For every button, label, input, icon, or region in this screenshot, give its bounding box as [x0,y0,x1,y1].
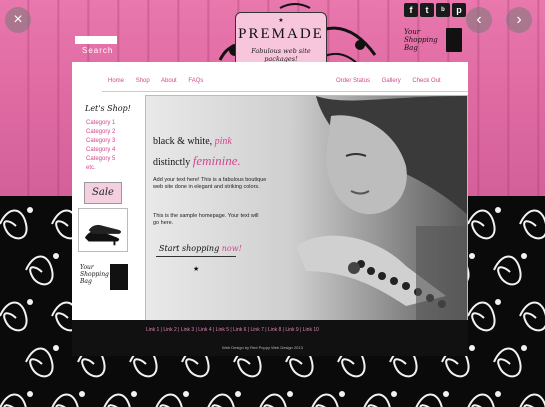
sale-tag[interactable]: Sale [84,182,122,204]
nav-faqs[interactable]: FAQs [188,78,203,84]
sidebar-heading: Let's Shop! [85,104,131,113]
logo-title: PREMADE [238,26,324,42]
website-preview: Home Shop About FAQs Order Status Galler… [72,62,468,356]
previous-button[interactable]: ‹ [466,7,492,33]
category-link[interactable]: Category 1 [86,119,115,128]
bag-text-bag: Bag [404,44,418,52]
cta-accent: now! [221,244,242,253]
footer-credit: Web Design by Red Poppy Web Design 2013 [222,345,303,350]
close-button[interactable]: × [5,7,31,33]
hero-banner: black & white, pink distinctly feminine.… [145,95,468,321]
bag-text-bag: Bag [80,278,92,285]
sidebar-bag-text[interactable]: Your Shopping Bag [80,264,109,285]
product-thumbnail[interactable] [78,208,128,252]
cta-text: Start shopping [159,244,220,253]
shopping-bag-icon[interactable] [110,264,128,290]
hero-subheadline: distinctly feminine. [153,153,241,169]
nav-home[interactable]: Home [108,78,124,84]
cta-underline [156,256,236,257]
close-icon: × [13,11,23,28]
category-link[interactable]: Category 4 [86,146,115,155]
main-nav: Home Shop About FAQs [108,78,213,84]
bag-text-shopping: Shopping [404,36,438,44]
bag-text-your: Your [80,264,94,271]
nav-gallery[interactable]: Gallery [382,78,401,84]
secondary-nav: Order Status Gallery Check Out [336,78,451,84]
search-input[interactable] [75,36,117,44]
logo-tagline: Fabulous web site packages! [251,47,311,63]
hero-body-text-2: This is the sample homepage. Your text w… [153,213,259,226]
social-icons: f t ᵇ p [404,3,466,17]
site-footer: Link 1 | Link 2 | Link 3 | Link 4 | Link… [72,320,468,356]
bag-text-your: Your [404,28,421,36]
blogger-icon[interactable]: ᵇ [436,3,450,17]
nav-check-out[interactable]: Check Out [412,78,440,84]
facebook-icon[interactable]: f [404,3,418,17]
hero-subheadline-accent: feminine. [192,153,241,168]
twitter-icon[interactable]: t [420,3,434,17]
shopping-bag-icon[interactable] [446,28,462,52]
chevron-right-icon: › [516,11,522,28]
nav-divider [102,91,468,92]
logo-star: ★ [278,18,284,24]
category-link[interactable]: Category 3 [86,137,115,146]
chevron-left-icon: ‹ [476,11,482,28]
category-link[interactable]: Category 5 [86,155,115,164]
category-list: Category 1 Category 2 Category 3 Categor… [86,119,115,173]
nav-shop[interactable]: Shop [136,78,150,84]
bag-text-shopping: Shopping [80,271,109,278]
shopping-bag-link-text[interactable]: Your Shopping Bag [404,28,438,52]
shoe-image [79,209,127,251]
hero-headline: black & white, pink [153,136,232,147]
nav-about[interactable]: About [161,78,177,84]
hero-subheadline-text: distinctly [153,157,191,168]
star-ornament: ★ [193,266,200,273]
category-link[interactable]: etc. [86,164,115,173]
pinterest-icon[interactable]: p [452,3,466,17]
category-link[interactable]: Category 2 [86,128,115,137]
nav-order-status[interactable]: Order Status [336,78,370,84]
hero-headline-accent: pink [214,136,232,147]
model-photo [146,96,467,320]
start-shopping-link[interactable]: Start shopping now! [159,244,242,253]
hero-headline-text: black & white, [153,136,213,147]
hero-body-text: Add your text here! This is a fabulous b… [153,177,267,190]
next-button[interactable]: › [506,7,532,33]
footer-links[interactable]: Link 1 | Link 2 | Link 3 | Link 4 | Link… [146,327,319,333]
search-label: Search [82,46,114,55]
